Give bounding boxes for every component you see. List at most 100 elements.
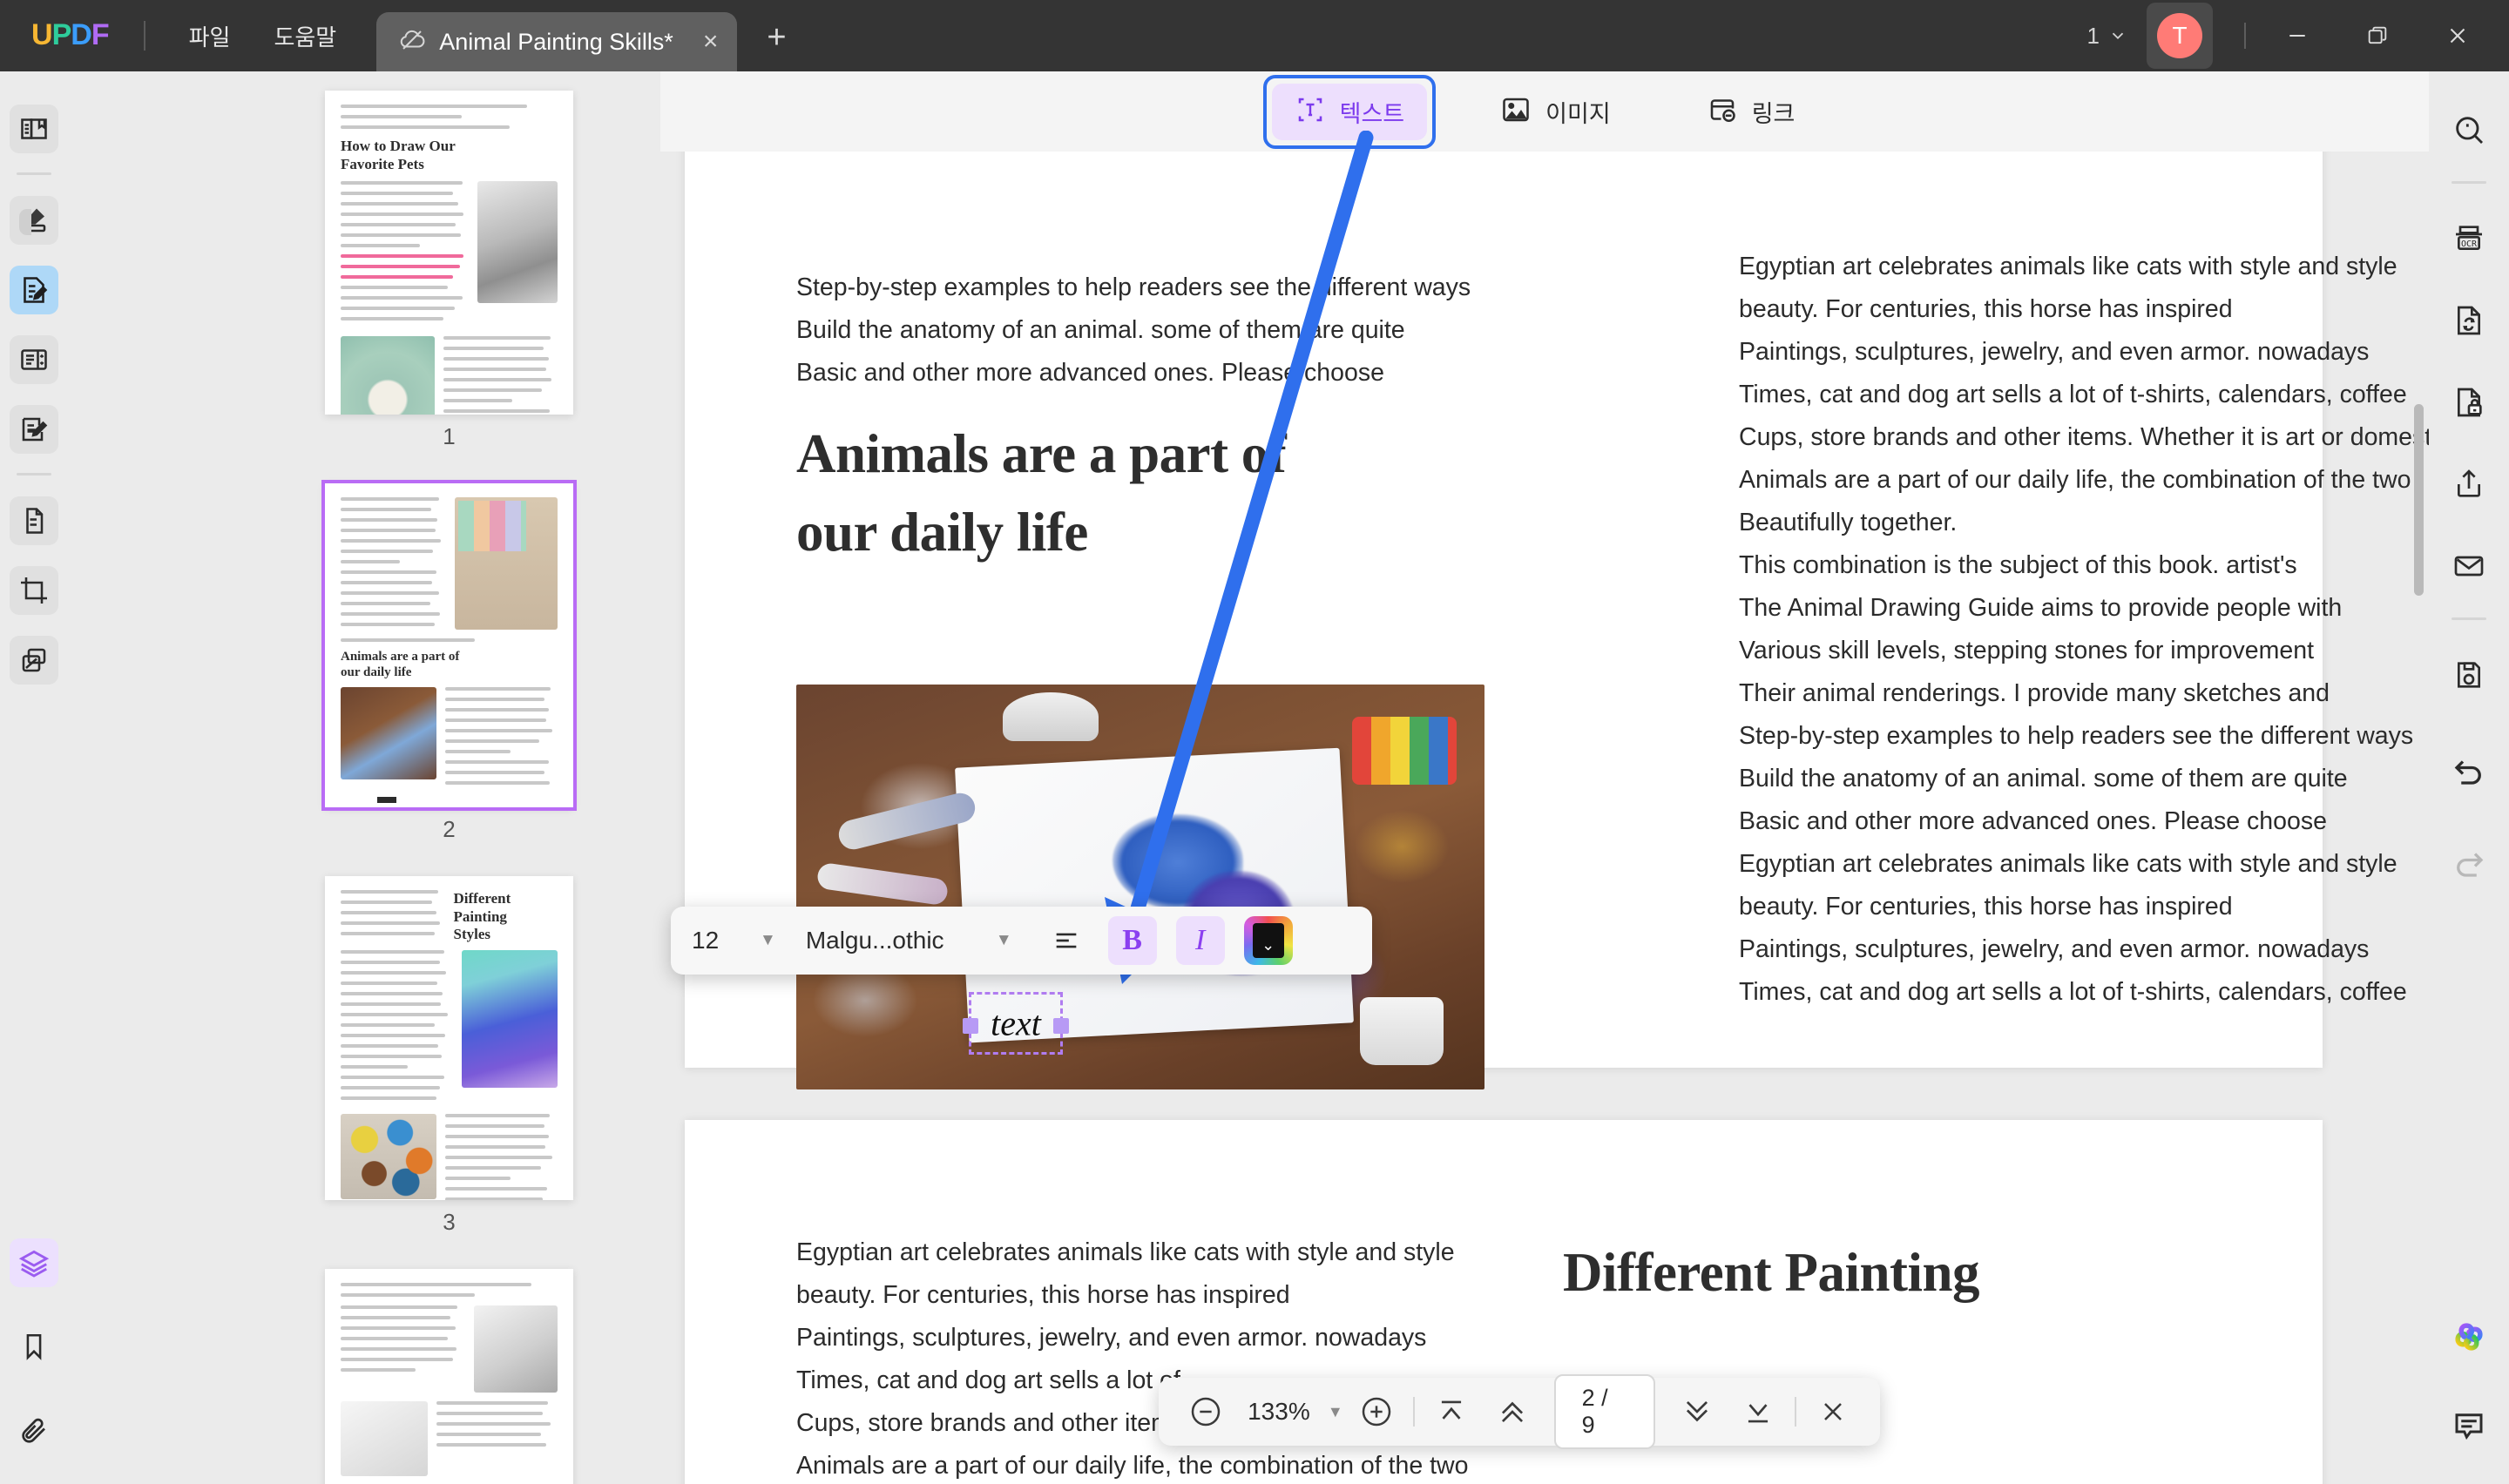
document-lock-icon[interactable] — [2442, 375, 2496, 429]
menu-help[interactable]: 도움말 — [274, 20, 336, 52]
document-tab[interactable]: Animal Painting Skills* × — [376, 12, 738, 71]
zoom-out-icon[interactable] — [1181, 1387, 1230, 1436]
font-size-caret-icon[interactable]: ▼ — [760, 931, 776, 950]
font-family-caret-icon[interactable]: ▼ — [996, 931, 1012, 950]
last-page-icon[interactable] — [1734, 1387, 1782, 1436]
paragraph-line: Times, cat and dog art sells a lot of t-… — [1739, 381, 2407, 408]
photo-cup — [1359, 997, 1444, 1066]
menu-file[interactable]: 파일 — [189, 20, 231, 52]
bold-button[interactable]: B — [1107, 916, 1157, 965]
thumbnail-heading: How to Draw Our Favorite Pets — [341, 138, 456, 172]
sidebar-item-annotate-tool[interactable] — [10, 405, 58, 454]
share-upload-icon[interactable] — [2442, 457, 2496, 511]
thumbnail-image — [341, 1114, 436, 1200]
comment-bubble-icon[interactable] — [2442, 1399, 2496, 1453]
minimize-button[interactable] — [2270, 11, 2324, 60]
sidebar-item-form-tool[interactable] — [10, 335, 58, 384]
tab-image[interactable]: 이미지 — [1478, 84, 1633, 140]
text-color-picker-icon[interactable]: ⌄ — [1243, 916, 1293, 965]
window-controls-divider — [2244, 23, 2246, 49]
page3-left-col: Egyptian art celebrates animals like cat… — [796, 1231, 1507, 1484]
thumbnail-page-3[interactable]: Different Painting Styles — [325, 876, 573, 1200]
page2-heading[interactable]: Animals are a part of our daily life — [796, 415, 1287, 571]
sidebar-item-highlight-tool[interactable] — [10, 196, 58, 245]
sidebar-item-compress[interactable] — [10, 636, 58, 685]
window-count-selector[interactable]: 1 — [2087, 23, 2127, 50]
tab-image-label: 이미지 — [1545, 100, 1611, 127]
panel-collapse-handle[interactable] — [19, 209, 31, 235]
thumbnail-image — [455, 497, 558, 630]
thumbnail-heading: Animals are a part of our daily life — [341, 650, 460, 680]
paragraph-line: Times, cat and dog art sells a lot of t-… — [1739, 978, 2407, 1006]
list-item[interactable]: Animals are a part of our daily life 2 — [321, 480, 577, 843]
page3-heading[interactable]: Different Painting — [1563, 1233, 1980, 1312]
resize-handle-left[interactable] — [963, 1018, 978, 1034]
page-indicator[interactable]: 2 / 9 — [1553, 1374, 1656, 1449]
sidebar-item-attachments-panel[interactable] — [10, 1406, 58, 1454]
annotate-pen-icon — [22, 417, 48, 442]
sidebar-item-organize-pages[interactable] — [10, 496, 58, 545]
ai-clover-icon[interactable] — [2442, 1310, 2496, 1364]
tab-close-icon[interactable]: × — [703, 29, 719, 55]
butterfly-painting-photo[interactable] — [796, 685, 1484, 1089]
paragraph-line: beauty. For centuries, this horse has in… — [1739, 893, 2233, 921]
close-window-button[interactable] — [2431, 11, 2485, 60]
zoom-caret-icon[interactable]: ▼ — [1328, 1403, 1343, 1421]
thumbnail-page-2[interactable]: Animals are a part of our daily life — [321, 480, 577, 811]
page-thumbnail-panel[interactable]: How to Draw Our Favorite Pets 1 Animals … — [68, 71, 660, 1484]
page2-left-col-top: Step-by-step examples to help readers se… — [796, 266, 1471, 395]
text-format-toolbar[interactable]: 12 ▼ Malgu...othic ▼ B I ⌄ — [671, 907, 1372, 975]
next-page-icon[interactable] — [1673, 1387, 1721, 1436]
page-navigation-bar[interactable]: 133% ▼ 2 / 9 — [1159, 1374, 1880, 1449]
paragraph-line: Basic and other more advanced ones. Plea… — [1739, 807, 2327, 835]
resize-handle-right[interactable] — [1053, 1018, 1069, 1034]
zoom-in-icon[interactable] — [1352, 1387, 1401, 1436]
titlebar-divider — [143, 21, 145, 51]
sidebar-item-crop-pages[interactable] — [10, 566, 58, 615]
italic-button[interactable]: I — [1175, 916, 1225, 965]
maximize-button[interactable] — [2350, 11, 2404, 60]
zoom-level-value[interactable]: 133% — [1230, 1398, 1328, 1426]
list-item[interactable]: How to Draw Our Favorite Pets 1 — [325, 91, 573, 450]
page-copy-icon — [26, 508, 44, 534]
document-canvas[interactable]: Step-by-step examples to help readers se… — [660, 152, 2429, 1484]
undo-icon[interactable] — [2442, 744, 2496, 798]
sidebar-item-reader-mode[interactable] — [10, 105, 58, 153]
text-box-value[interactable]: text — [991, 1003, 1041, 1044]
sidebar-item-bookmarks-panel[interactable] — [10, 1322, 58, 1371]
thumbnail-page-4[interactable] — [325, 1269, 573, 1484]
convert-document-icon[interactable] — [2442, 293, 2496, 347]
redo-icon[interactable] — [2442, 836, 2496, 890]
save-disk-icon[interactable] — [2442, 648, 2496, 702]
paragraph-line: Step-by-step examples to help readers se… — [1739, 722, 2414, 750]
align-left-icon[interactable] — [1042, 916, 1091, 965]
paragraph-line: Cups, store brands and other items. Whet… — [1739, 423, 2429, 451]
new-tab-button[interactable]: + — [767, 21, 786, 54]
first-page-icon[interactable] — [1427, 1387, 1476, 1436]
font-family-value[interactable]: Malgu...othic — [806, 927, 996, 954]
selected-text-box[interactable]: text — [963, 992, 1069, 1055]
search-icon[interactable] — [2442, 103, 2496, 157]
close-navbar-icon[interactable] — [1809, 1387, 1857, 1436]
tab-link[interactable]: 링크 — [1684, 84, 1818, 140]
window-count-value: 1 — [2086, 22, 2100, 49]
tab-text-label: 텍스트 — [1339, 100, 1405, 127]
sidebar-item-edit-pdf[interactable] — [10, 266, 58, 314]
ocr-icon[interactable]: OCR — [2442, 212, 2496, 266]
font-size-value[interactable]: 12 — [692, 927, 760, 954]
vertical-scrollbar[interactable] — [2414, 404, 2424, 596]
list-item[interactable]: Different Painting Styles 3 — [325, 876, 573, 1236]
paragraph-line: beauty. For centuries, this horse has in… — [796, 1281, 1290, 1309]
right-rail-divider-2 — [2452, 617, 2486, 620]
mail-icon[interactable] — [2442, 539, 2496, 593]
tab-text[interactable]: 텍스트 — [1271, 83, 1428, 140]
sidebar-item-layers-panel[interactable] — [10, 1238, 58, 1287]
account-button[interactable]: T — [2147, 3, 2213, 69]
list-item[interactable] — [325, 1269, 573, 1484]
prev-page-icon[interactable] — [1488, 1387, 1537, 1436]
thumbnail-page-1[interactable]: How to Draw Our Favorite Pets — [325, 91, 573, 415]
paragraph-line: Build the anatomy of an animal. some of … — [1739, 765, 2348, 793]
link-icon — [1707, 94, 1738, 130]
thumbnail-image — [341, 1401, 428, 1476]
paragraph-line: Basic and other more advanced ones. Plea… — [796, 359, 1384, 387]
